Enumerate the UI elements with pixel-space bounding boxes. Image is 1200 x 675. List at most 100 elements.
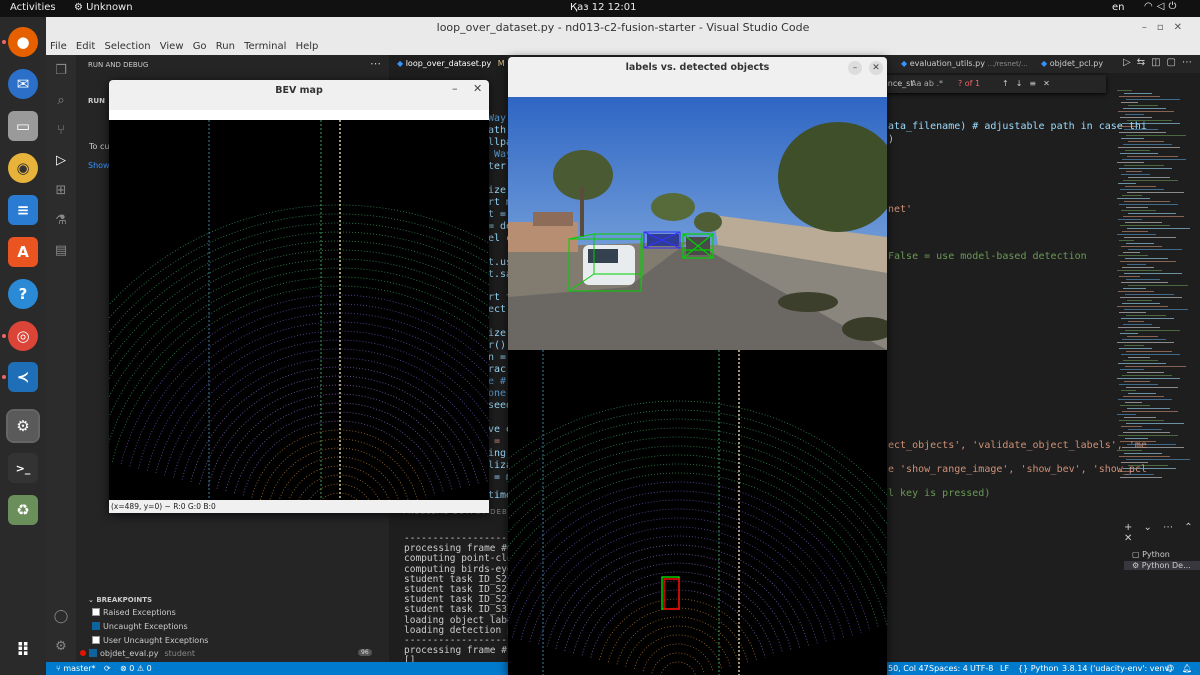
- search-icon[interactable]: ⌕: [53, 93, 69, 109]
- show-link[interactable]: Show: [88, 161, 110, 170]
- account-icon[interactable]: ◯: [53, 609, 69, 625]
- chrome-icon[interactable]: ◎: [8, 321, 38, 351]
- indentation[interactable]: Spaces: 4: [929, 662, 968, 675]
- code-line[interactable]: Way: [488, 113, 506, 124]
- menu-go[interactable]: Go: [193, 41, 207, 52]
- checkbox[interactable]: [92, 636, 100, 644]
- run-debug-icon[interactable]: ▷: [53, 153, 69, 169]
- language-mode[interactable]: {} Python: [1018, 662, 1058, 675]
- writer-icon[interactable]: ≡: [8, 195, 38, 225]
- menu-view[interactable]: View: [160, 41, 184, 52]
- breakpoint-raised[interactable]: Raised Exceptions: [92, 608, 176, 617]
- find-navigation[interactable]: ↑↓≡✕: [1002, 75, 1057, 93]
- tab-objdet-pcl[interactable]: ◆ objdet_pcl.py: [1033, 55, 1119, 73]
- cursor-position[interactable]: 50, Col 47: [888, 662, 929, 675]
- branch-indicator[interactable]: ⑂ master*: [56, 662, 96, 675]
- menu-edit[interactable]: Edit: [76, 41, 95, 52]
- new-terminal-icon[interactable]: + ⌄ ⋯ ⌃ ✕: [1124, 522, 1200, 544]
- checkbox[interactable]: [92, 608, 100, 616]
- trash-icon[interactable]: ♻: [8, 495, 38, 525]
- settings-icon[interactable]: ⚙: [6, 409, 40, 443]
- rhythmbox-icon[interactable]: ◉: [8, 153, 38, 183]
- system-tray[interactable]: ◠◁⏻: [1144, 1, 1180, 12]
- clock[interactable]: Қаз 12 12:01: [570, 2, 636, 13]
- code-line[interactable]: t =: [488, 209, 506, 220]
- labels-vs-detected-window[interactable]: labels vs. detected objects – ✕: [508, 57, 887, 675]
- help-icon[interactable]: ?: [8, 279, 38, 309]
- checkbox[interactable]: [92, 622, 100, 630]
- breakpoint-user-uncaught[interactable]: User Uncaught Exceptions: [92, 636, 208, 645]
- firefox-icon[interactable]: ●: [8, 27, 38, 57]
- minimize-button[interactable]: –: [848, 61, 862, 75]
- bev-detections-image[interactable]: [508, 350, 887, 675]
- app-menu[interactable]: ⚙ Unknown: [74, 2, 133, 13]
- code-line[interactable]: one: [488, 388, 506, 399]
- split-editor-icon[interactable]: ◫: [1151, 57, 1166, 68]
- code-line[interactable]: rac: [488, 364, 506, 375]
- language-indicator[interactable]: en: [1112, 2, 1125, 13]
- code-line[interactable]: ect_objects', 'validate_object_labels', …: [888, 440, 1147, 451]
- python-interpreter[interactable]: 3.8.14 ('udacity-env': venv): [1062, 662, 1172, 675]
- menu-run[interactable]: Run: [216, 41, 235, 52]
- testing-icon[interactable]: ⚗: [53, 213, 69, 229]
- code-line[interactable]: e #: [488, 376, 506, 387]
- source-control-icon[interactable]: ⑂: [53, 123, 69, 139]
- more-actions-icon[interactable]: ⋯: [370, 57, 381, 70]
- run-file-icon[interactable]: ▷: [1123, 57, 1137, 68]
- encoding[interactable]: UTF-8: [970, 662, 993, 675]
- line-ending[interactable]: LF: [1000, 662, 1009, 675]
- show-apps-icon[interactable]: ⠿: [8, 635, 38, 665]
- tab-loop-over-dataset[interactable]: ◆ loop_over_dataset.py M: [389, 55, 507, 73]
- explorer-icon[interactable]: ❐: [53, 63, 69, 79]
- code-line[interactable]: ize: [488, 185, 506, 196]
- activities-button[interactable]: Activities: [10, 2, 56, 13]
- compare-icon[interactable]: ⇆: [1137, 57, 1151, 68]
- feedback-icon[interactable]: ☺: [1166, 662, 1174, 675]
- more-icon[interactable]: ⋯: [1182, 57, 1198, 68]
- breakpoint-uncaught[interactable]: Uncaught Exceptions: [92, 622, 188, 631]
- bev-map-image[interactable]: [109, 120, 489, 500]
- files-icon[interactable]: ▭: [8, 111, 38, 141]
- code-line[interactable]: ize: [488, 328, 506, 339]
- window-controls[interactable]: –▫✕: [1142, 17, 1192, 39]
- editor-toolbar[interactable]: ▷⇆◫▢⋯: [1123, 57, 1198, 68]
- code-line[interactable]: e 'show_range_image', 'show_bev', 'show_…: [888, 464, 1147, 475]
- layout-icon[interactable]: ▢: [1167, 57, 1182, 68]
- sync-icon[interactable]: ⟳: [104, 662, 111, 675]
- code-line[interactable]: ter: [488, 161, 506, 172]
- close-button[interactable]: ✕: [869, 61, 883, 75]
- menu-help[interactable]: Help: [296, 41, 319, 52]
- docker-icon[interactable]: ▤: [53, 243, 69, 259]
- terminal-icon[interactable]: >_: [8, 453, 38, 483]
- close-button[interactable]: ✕: [473, 82, 482, 95]
- thunderbird-icon[interactable]: ✉: [8, 69, 38, 99]
- bev-map-window[interactable]: BEV map – ✕ (x=489, y=0) ~ R:0 G:0 B:0: [109, 80, 489, 513]
- editor-minimap[interactable]: [1117, 90, 1192, 490]
- code-line[interactable]: ata_filename) # adjustable path in case …: [888, 121, 1147, 132]
- tab-evaluation-utils[interactable]: ◆ evaluation_utils.py .../resnet/...: [893, 55, 1033, 73]
- camera-image[interactable]: [508, 97, 887, 350]
- code-line[interactable]: n =: [488, 352, 506, 363]
- minimize-button[interactable]: –: [452, 82, 458, 95]
- vscode-icon[interactable]: ≺: [8, 362, 38, 392]
- checkbox[interactable]: [89, 649, 97, 657]
- problems-indicator[interactable]: ⊗ 0 ⚠ 0: [120, 662, 152, 675]
- code-line[interactable]: net': [888, 204, 912, 215]
- terminal-item-python[interactable]: ▢ Python: [1124, 550, 1200, 559]
- code-line[interactable]: ath: [488, 125, 506, 136]
- match-case-icon[interactable]: Aa ab .*: [911, 75, 943, 93]
- extensions-icon[interactable]: ⊞: [53, 183, 69, 199]
- code-line[interactable]: ): [888, 134, 894, 145]
- manage-gear-icon[interactable]: ⚙: [53, 639, 69, 655]
- terminal-item-python-debug[interactable]: ⚙ Python De...: [1124, 561, 1200, 570]
- code-line[interactable]: r(): [488, 340, 506, 351]
- app-center-icon[interactable]: A: [8, 237, 38, 267]
- breakpoints-header[interactable]: ⌄ BREAKPOINTS: [88, 596, 152, 604]
- menu-selection[interactable]: Selection: [104, 41, 150, 52]
- menu-file[interactable]: File: [50, 41, 67, 52]
- window-title-bar[interactable]: loop_over_dataset.py - nd013-c2-fusion-s…: [46, 17, 1200, 39]
- code-line[interactable]: ing: [488, 448, 506, 459]
- run-section-header[interactable]: RUN: [88, 97, 105, 105]
- menu-terminal[interactable]: Terminal: [244, 41, 286, 52]
- breakpoint-file[interactable]: objdet_eval.py student 96: [80, 649, 390, 658]
